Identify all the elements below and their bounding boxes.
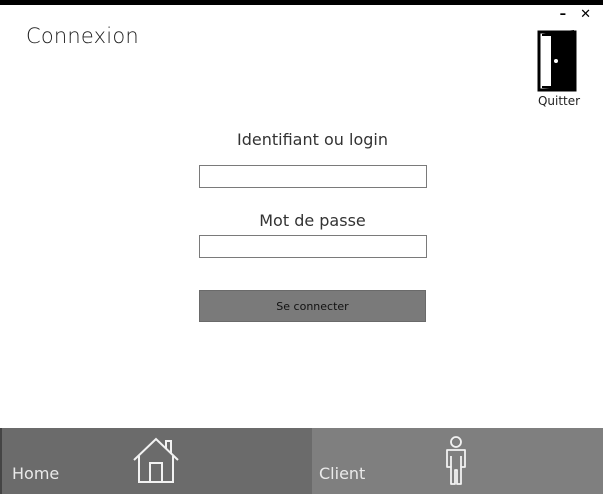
password-input[interactable] <box>199 235 427 258</box>
login-button[interactable]: Se connecter <box>199 290 426 322</box>
door-open-icon <box>530 28 588 92</box>
nav-item-client[interactable]: Client <box>312 428 603 494</box>
quit-button[interactable]: Quitter <box>530 28 588 108</box>
page-title: Connexion <box>26 24 139 48</box>
nav-item-home[interactable]: Home <box>0 428 312 494</box>
window-top-bar <box>0 0 603 5</box>
minimize-button[interactable]: – <box>560 8 567 22</box>
close-button[interactable]: ✕ <box>580 8 591 22</box>
login-label: Identifiant ou login <box>237 130 388 149</box>
bottom-nav: Home Client <box>0 428 603 494</box>
home-icon <box>132 436 180 488</box>
person-icon <box>444 436 468 490</box>
quit-label: Quitter <box>537 94 581 108</box>
nav-label-home: Home <box>12 464 60 483</box>
login-input[interactable] <box>199 165 427 188</box>
nav-label-client: Client <box>319 464 366 483</box>
password-label: Mot de passe <box>259 211 366 230</box>
window-controls: – ✕ <box>560 8 591 22</box>
